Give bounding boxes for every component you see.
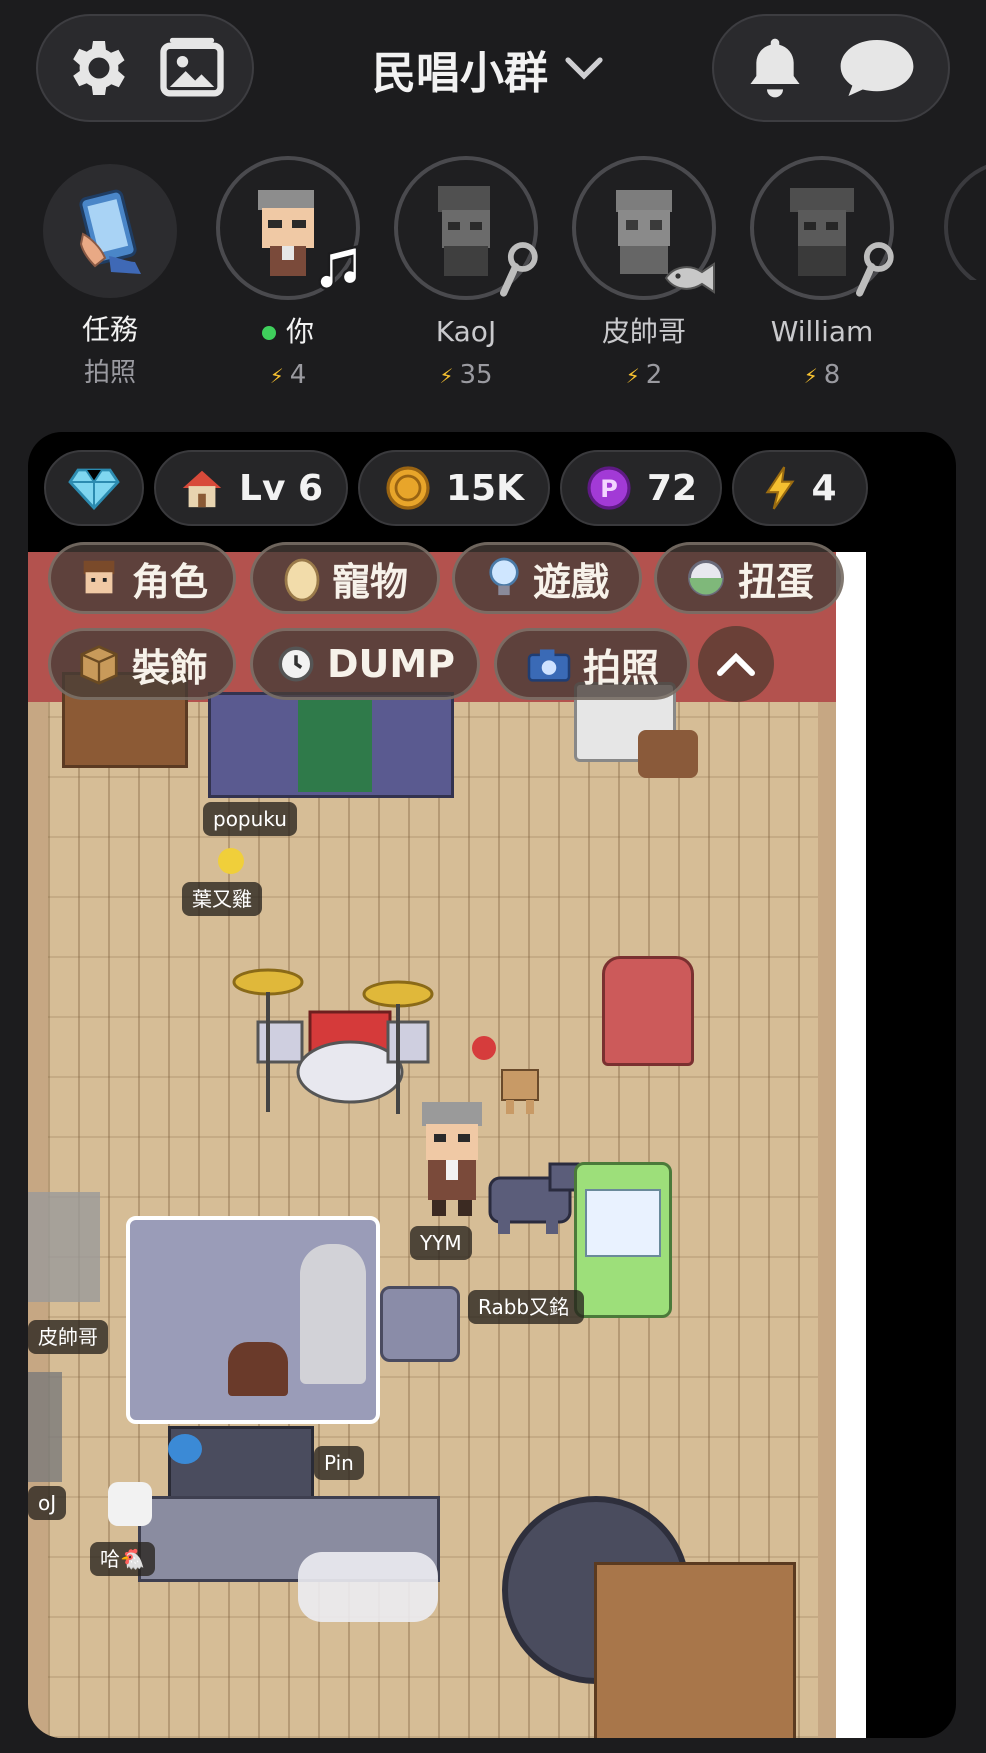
svg-text:P: P <box>600 475 618 503</box>
fish-icon <box>660 258 720 302</box>
member-task[interactable]: 任務 拍照 <box>30 156 190 390</box>
member-kaoj[interactable]: KaoJ ⚡ 35 <box>386 156 546 392</box>
name-tag: popuku <box>203 802 297 836</box>
phone-hand-icon <box>79 189 141 274</box>
member-name: 皮帥哥 <box>601 315 686 348</box>
point-stat[interactable]: P 72 <box>560 450 722 526</box>
blue-lamp[interactable] <box>168 1434 202 1464</box>
diamond-icon <box>68 466 120 510</box>
chicken-pet[interactable] <box>108 1482 152 1526</box>
clock-icon <box>275 643 317 685</box>
avatar <box>572 156 716 300</box>
header-right-group <box>712 14 950 122</box>
purple-p-coin-icon: P <box>585 464 633 512</box>
footstool[interactable] <box>380 1286 460 1362</box>
lightning-icon <box>763 465 797 511</box>
dump-button[interactable]: DUMP <box>250 628 480 700</box>
diamond-stat[interactable] <box>44 450 144 526</box>
camera-icon <box>525 644 573 684</box>
character-kaoj[interactable] <box>28 1372 62 1482</box>
bell-icon[interactable] <box>743 32 807 104</box>
bolt-icon: ⚡ <box>625 364 640 388</box>
avatar <box>216 156 360 300</box>
member-pi-shuai-ge[interactable]: 皮帥哥 ⚡ 2 <box>564 156 724 392</box>
chat-icon[interactable] <box>835 33 919 103</box>
member-sub: 拍照 <box>83 358 136 388</box>
armchair[interactable] <box>602 956 694 1066</box>
house-icon <box>179 466 225 510</box>
decor-button[interactable]: 裝飾 <box>48 628 236 700</box>
pet-button[interactable]: 寵物 <box>250 542 440 614</box>
member-name: 你 <box>208 312 368 352</box>
collapse-button[interactable] <box>698 626 774 702</box>
room-scene[interactable]: popuku 葉又雞 YYM Rabb又銘 皮帥哥 Pin oJ 哈🐔 <box>28 552 866 1738</box>
name-tag: 葉又雞 <box>182 882 262 916</box>
microphone-icon <box>494 240 542 302</box>
photo-button[interactable]: 拍照 <box>494 628 690 700</box>
name-tag: YYM <box>410 1226 472 1260</box>
point-value: 72 <box>646 467 698 509</box>
name-tag: Pin <box>314 1446 364 1480</box>
gacha-button[interactable]: 扭蛋 <box>654 542 844 614</box>
room-edge <box>836 552 866 1738</box>
name-tag: 哈🐔 <box>90 1542 155 1576</box>
brown-hair-character[interactable] <box>228 1342 288 1396</box>
group-title: 民唱小群 <box>372 48 548 99</box>
group-selector[interactable]: 民唱小群 <box>372 34 604 104</box>
gacha-machine[interactable] <box>574 1162 672 1318</box>
character-pi-shuai-ge[interactable] <box>28 1192 100 1302</box>
member-points: ⚡ 35 <box>439 360 493 390</box>
level-stat[interactable]: Lv 6 <box>154 450 348 526</box>
red-ball[interactable] <box>472 1036 496 1060</box>
chevron-down-icon <box>564 56 604 82</box>
avatar <box>394 156 538 300</box>
gear-icon[interactable] <box>60 32 132 104</box>
member-points: ⚡ 4 <box>269 360 307 390</box>
bed-blanket <box>298 700 372 792</box>
energy-stat[interactable]: 4 <box>732 450 868 526</box>
energy-value: 4 <box>811 467 837 509</box>
member-points: ⚡ 8 <box>803 360 841 390</box>
ghost-character[interactable] <box>300 1244 366 1384</box>
online-indicator <box>261 326 276 340</box>
member-name: 任務 <box>81 313 138 346</box>
white-dog-pet[interactable] <box>298 1552 438 1622</box>
game-button[interactable]: 遊戲 <box>452 542 642 614</box>
lightbulb-icon <box>485 554 523 602</box>
character-face-icon <box>76 555 122 601</box>
task-avatar <box>43 164 177 298</box>
avatar <box>750 156 894 300</box>
gallery-icon[interactable] <box>154 30 230 106</box>
bolt-icon: ⚡ <box>439 364 454 388</box>
name-tag: Rabb又銘 <box>468 1290 584 1324</box>
coin-icon <box>384 464 432 512</box>
member-name: William <box>770 315 874 348</box>
name-tag: 皮帥哥 <box>28 1320 108 1354</box>
member-points: ⚡ 2 <box>625 360 663 390</box>
chevron-up-icon <box>716 651 756 677</box>
basket[interactable] <box>638 730 698 778</box>
level-value: Lv 6 <box>239 467 323 509</box>
member-william[interactable]: William ⚡ 8 <box>742 156 902 392</box>
egg-icon <box>282 554 322 602</box>
bookshelf[interactable] <box>594 1562 796 1738</box>
name-tag: oJ <box>28 1486 67 1520</box>
music-note-icon <box>308 242 364 302</box>
dog-pet[interactable] <box>492 1060 552 1118</box>
member-overflow-peek[interactable] <box>944 160 986 280</box>
chick-pet[interactable] <box>218 848 244 874</box>
member-you[interactable]: 你 ⚡ 4 <box>208 156 368 392</box>
bolt-icon: ⚡ <box>269 364 284 388</box>
character-button[interactable]: 角色 <box>48 542 236 614</box>
game-panel: popuku 葉又雞 YYM Rabb又銘 皮帥哥 Pin oJ 哈🐔 Lv 6… <box>28 432 956 1738</box>
capsule-icon <box>684 556 728 600</box>
microphone-icon <box>850 240 898 302</box>
coin-stat[interactable]: 15K <box>358 450 550 526</box>
bolt-icon: ⚡ <box>803 364 818 388</box>
header-left-group <box>36 14 254 122</box>
member-name: KaoJ <box>435 315 497 348</box>
coin-value: 15K <box>446 467 524 509</box>
box-icon <box>76 641 122 687</box>
